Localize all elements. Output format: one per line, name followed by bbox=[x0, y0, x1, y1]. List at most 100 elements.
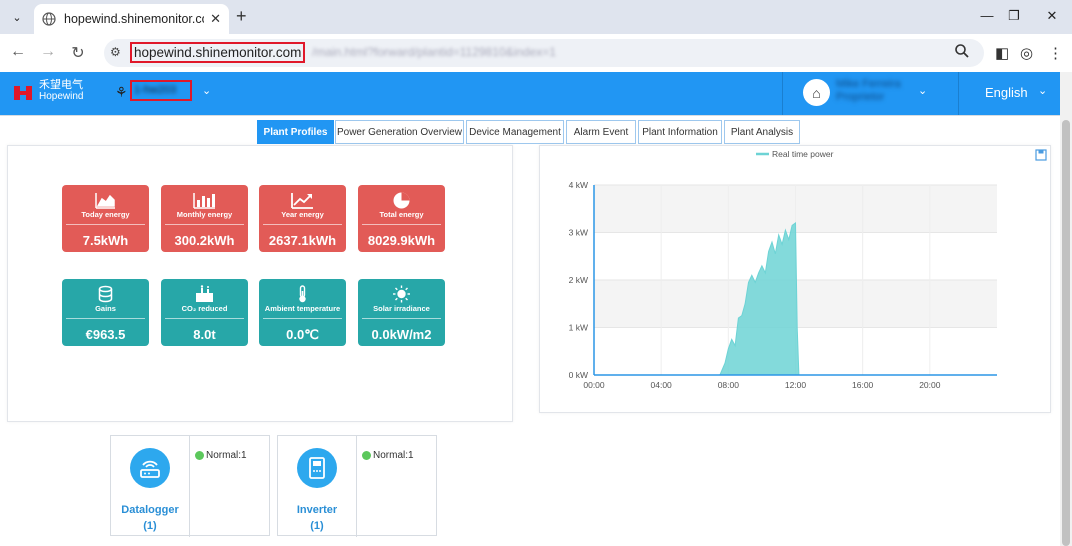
router-icon bbox=[140, 460, 160, 478]
app-header: 禾望电气 Hopewind ⚘ 1-hw203 ⌄ ⌂ Mike Ferreir… bbox=[0, 72, 1060, 115]
factory-icon bbox=[196, 285, 213, 302]
plant-icon: ⚘ bbox=[115, 84, 128, 100]
summary-panel: Today energy 7.5kWh Monthly energy 300.2… bbox=[7, 145, 513, 422]
inverter-box[interactable]: Inverter (1) Normal: 1 bbox=[277, 435, 437, 537]
close-tab-icon[interactable]: ✕ bbox=[210, 11, 221, 27]
minimize-button[interactable]: — bbox=[977, 8, 997, 23]
power-chart-panel: 0 kW 1 kW 2 kW 3 kW 4 kW 00:00 04:00 08:00 12:00… bbox=[539, 145, 1051, 413]
tab-title: hopewind.shinemonitor.com/m bbox=[64, 12, 204, 26]
year-energy-card: Year energy 2637.1kWh bbox=[259, 185, 346, 252]
status-badge: Normal: 1 bbox=[362, 450, 414, 461]
browser-titlebar: ⌄ hopewind.shinemonitor.com/m ✕ + — ❐ ✕ bbox=[0, 0, 1072, 34]
browser-tab[interactable]: hopewind.shinemonitor.com/m ✕ bbox=[34, 4, 229, 34]
pie-icon bbox=[393, 192, 410, 209]
tab-plant-profiles[interactable]: Plant Profiles bbox=[257, 120, 334, 144]
card-value: 8029.9kWh bbox=[367, 233, 436, 248]
status-count: 1 bbox=[408, 450, 414, 461]
card-label: Total energy bbox=[379, 210, 424, 219]
total-energy-card: Total energy 8029.9kWh bbox=[358, 185, 445, 252]
tab-plant-analysis[interactable]: Plant Analysis bbox=[724, 120, 800, 144]
trend-icon bbox=[291, 193, 313, 209]
logo-en-text: Hopewind bbox=[39, 91, 84, 102]
card-value: €963.5 bbox=[85, 327, 126, 342]
status-badge: Normal: 1 bbox=[195, 450, 247, 461]
chevron-down-icon[interactable]: ⌄ bbox=[918, 84, 927, 97]
card-value: 0.0kW/m2 bbox=[371, 327, 432, 342]
home-icon: ⌂ bbox=[812, 84, 821, 101]
status-count: 1 bbox=[241, 450, 247, 461]
logo-mark-icon bbox=[14, 86, 32, 100]
avatar[interactable]: ⌂ bbox=[803, 79, 830, 106]
user-name: Mike Ferreira bbox=[836, 78, 901, 90]
ambient-temperature-card: Ambient temperature 0.0℃ bbox=[259, 279, 346, 346]
gains-card: Gains €963.5 bbox=[62, 279, 149, 346]
coins-icon bbox=[98, 285, 113, 303]
hopewind-logo[interactable]: 禾望电气 Hopewind bbox=[12, 80, 92, 108]
card-label: Ambient temperature bbox=[264, 304, 341, 313]
card-label: Solar irradiance bbox=[373, 304, 430, 313]
zoom-icon[interactable] bbox=[954, 43, 970, 59]
legend-label: Real time power bbox=[772, 149, 834, 159]
plant-name: 1-hw203 bbox=[134, 84, 177, 96]
tab-search-button[interactable]: ⌄ bbox=[6, 7, 28, 27]
reload-button[interactable]: ↻ bbox=[68, 43, 88, 63]
y-tick-label: 1 kW bbox=[569, 323, 588, 333]
bar-chart-icon bbox=[193, 193, 215, 209]
x-tick-label: 12:00 bbox=[785, 380, 807, 390]
tab-plant-information[interactable]: Plant Information bbox=[638, 120, 722, 144]
device-count: (1) bbox=[310, 520, 324, 532]
globe-icon bbox=[42, 12, 56, 26]
thermometer-icon bbox=[299, 285, 306, 303]
url-path: /main.html?forward/plantid=1129810&index… bbox=[312, 45, 556, 59]
device-name: Inverter bbox=[296, 504, 338, 516]
card-label: Today energy bbox=[81, 210, 130, 219]
area-chart-icon bbox=[95, 193, 115, 209]
close-window-button[interactable]: ✕ bbox=[1042, 8, 1062, 24]
new-tab-button[interactable]: + bbox=[236, 6, 247, 27]
card-label: Monthly energy bbox=[176, 210, 233, 219]
tab-power-generation-overview[interactable]: Power Generation Overview bbox=[335, 120, 464, 144]
device-name: Datalogger bbox=[121, 504, 179, 516]
logo-cn-text: 禾望电气 bbox=[39, 79, 83, 91]
tab-device-management[interactable]: Device Management bbox=[466, 120, 564, 144]
language-selector[interactable]: English bbox=[985, 85, 1028, 100]
tab-alarm-event[interactable]: Alarm Event bbox=[566, 120, 636, 144]
site-settings-icon[interactable]: ⚙ bbox=[110, 45, 121, 59]
user-role: Proprietor bbox=[836, 91, 885, 103]
scrollbar[interactable] bbox=[1060, 72, 1072, 546]
x-tick-label: 20:00 bbox=[919, 380, 941, 390]
sun-icon bbox=[393, 285, 410, 303]
forward-button[interactable]: → bbox=[38, 43, 58, 61]
card-value: 0.0℃ bbox=[286, 327, 319, 342]
card-value: 7.5kWh bbox=[82, 233, 129, 248]
card-label: Year energy bbox=[281, 210, 324, 219]
save-icon-detail bbox=[1038, 150, 1044, 154]
status-dot-icon bbox=[195, 451, 204, 460]
x-tick-label: 08:00 bbox=[718, 380, 740, 390]
user-menu[interactable]: Mike Ferreira Proprietor bbox=[836, 78, 901, 104]
plant-selector[interactable]: 1-hw203 bbox=[130, 80, 192, 101]
chevron-down-icon: ⌄ bbox=[12, 11, 22, 24]
card-value: 2637.1kWh bbox=[268, 233, 337, 248]
back-button[interactable]: ← bbox=[8, 43, 28, 61]
browser-navbar: ← → ↻ ⚙ hopewind.shinemonitor.com /main.… bbox=[0, 34, 1072, 72]
scrollbar-thumb[interactable] bbox=[1062, 120, 1070, 546]
chevron-down-icon[interactable]: ⌄ bbox=[202, 84, 211, 97]
status-label: Normal: bbox=[373, 450, 409, 461]
card-label: CO₂ reduced bbox=[181, 304, 228, 313]
sidepanel-icon[interactable]: ◧ bbox=[995, 44, 1009, 62]
address-bar[interactable]: ⚙ hopewind.shinemonitor.com /main.html?f… bbox=[104, 39, 984, 67]
chevron-down-icon[interactable]: ⌄ bbox=[1038, 84, 1047, 97]
menu-icon[interactable]: ⋮ bbox=[1048, 44, 1063, 62]
y-tick-label: 4 kW bbox=[569, 180, 588, 190]
restore-button[interactable]: ❐ bbox=[1004, 8, 1024, 24]
realtime-power-chart: 0 kW 1 kW 2 kW 3 kW 4 kW 00:00 04:00 08:00 12:00… bbox=[569, 149, 1047, 390]
status-label: Normal: bbox=[206, 450, 242, 461]
status-dot-icon bbox=[362, 451, 371, 460]
y-tick-label: 2 kW bbox=[569, 275, 588, 285]
co2-reduced-card: CO₂ reduced 8.0t bbox=[161, 279, 248, 346]
x-tick-label: 04:00 bbox=[651, 380, 673, 390]
profile-icon[interactable]: ◎ bbox=[1020, 44, 1033, 62]
page-body: Plant Profiles Power Generation Overview… bbox=[0, 115, 1060, 546]
datalogger-box[interactable]: Datalogger (1) Normal: 1 bbox=[110, 435, 270, 537]
